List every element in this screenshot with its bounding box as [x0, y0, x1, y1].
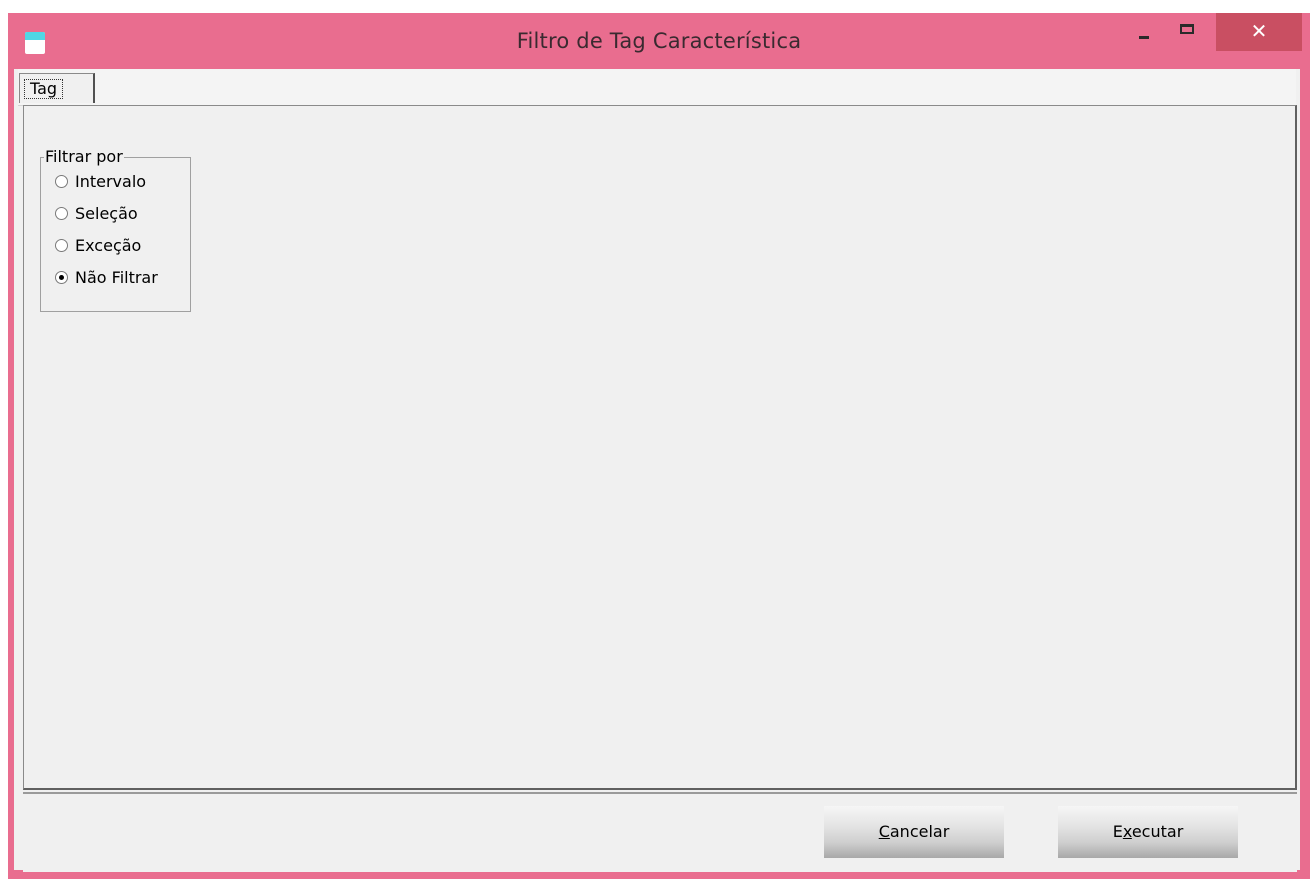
title-bar[interactable]: Filtro de Tag Característica ✕: [8, 13, 1310, 69]
radio-label-nao-filtrar: Não Filtrar: [75, 268, 158, 287]
radio-button-selecao[interactable]: [55, 207, 68, 220]
radio-label-selecao: Seleção: [75, 204, 138, 223]
minimize-button[interactable]: [1136, 13, 1172, 41]
filter-group-legend: Filtrar por: [44, 147, 124, 166]
cancel-button-label: Cancelar: [878, 822, 950, 841]
tab-tag[interactable]: Tag: [19, 73, 95, 103]
radio-button-excecao[interactable]: [55, 239, 68, 252]
button-bar: Cancelar Executar: [23, 792, 1297, 872]
radio-button-nao-filtrar[interactable]: [55, 271, 68, 284]
tab-panel-tag: Filtrar por Intervalo Seleção Exceção Nã…: [23, 105, 1297, 790]
dialog-window: Filtro de Tag Característica ✕ Tag Filtr…: [8, 13, 1310, 879]
execute-button-label: Executar: [1112, 822, 1184, 841]
execute-button[interactable]: Executar: [1058, 806, 1238, 858]
dialog-client-area: Tag Filtrar por Intervalo Seleção Exceçã…: [14, 69, 1300, 872]
close-icon: ✕: [1250, 19, 1268, 43]
radio-label-excecao: Exceção: [75, 236, 142, 255]
radio-label-intervalo: Intervalo: [75, 172, 147, 191]
radio-button-intervalo[interactable]: [55, 175, 68, 188]
filter-groupbox: Filtrar por Intervalo Seleção Exceção Nã…: [40, 148, 191, 312]
window-title: Filtro de Tag Característica: [516, 29, 802, 53]
tab-strip: Tag: [18, 69, 1296, 106]
maximize-button[interactable]: [1176, 13, 1206, 41]
cancel-button[interactable]: Cancelar: [824, 806, 1004, 858]
close-button[interactable]: ✕: [1216, 13, 1302, 51]
tab-tag-label: Tag: [24, 79, 64, 99]
